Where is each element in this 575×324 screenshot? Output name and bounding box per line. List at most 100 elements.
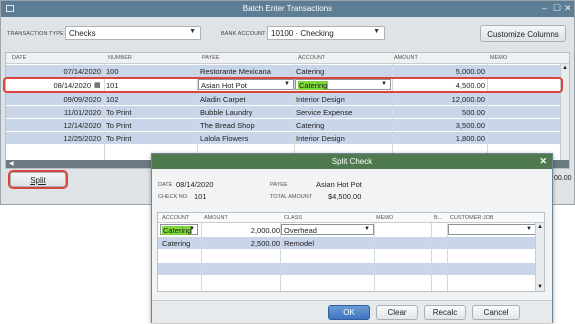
scroll-left-icon[interactable]: ◀ xyxy=(9,160,14,167)
row-amount: 1,800.00 xyxy=(455,134,485,143)
col-memo: MEMO xyxy=(376,215,394,221)
column-divider xyxy=(201,223,202,291)
col-number: NUMBER xyxy=(108,55,132,61)
row-date: 12/25/2020 xyxy=(63,134,101,143)
col-billable: B... xyxy=(434,215,443,221)
table-row[interactable]: 11/01/2020 To Print Bubble Laundry Servi… xyxy=(6,106,561,118)
col-date: DATE xyxy=(12,55,27,61)
split-row-amount: 2,500.00 xyxy=(250,239,280,248)
check-no-value: 101 xyxy=(194,192,207,201)
col-payee: PAYEE xyxy=(202,55,220,61)
maximize-button[interactable]: ☐ xyxy=(553,3,561,14)
bank-account-select[interactable]: 10100 · Checking ▼ xyxy=(267,26,385,40)
table-row[interactable]: 07/14/2020 100 Restorante Mexicana Cater… xyxy=(6,65,561,77)
split-row-account: Catering xyxy=(162,239,191,248)
row-date: 11/01/2020 xyxy=(64,108,101,117)
bank-account-label: BANK ACCOUNT xyxy=(221,31,266,37)
split-grid: ACCOUNT AMOUNT CLASS MEMO B... CUSTOMER:… xyxy=(157,212,545,292)
customer-job-combo[interactable]: ▼ xyxy=(448,224,536,235)
chevron-down-icon: ▼ xyxy=(189,28,196,35)
total-amount-value: $4,500.00 xyxy=(328,192,362,201)
col-amount: AMOUNT xyxy=(204,215,228,221)
split-button[interactable]: Split xyxy=(10,172,66,187)
window-titlebar: Batch Enter Transactions – ☐ ✕ xyxy=(1,1,574,17)
check-no-label: CHECK NO. xyxy=(158,194,189,200)
recalc-button[interactable]: Recalc xyxy=(424,305,466,320)
column-divider xyxy=(431,223,432,291)
column-divider xyxy=(374,223,375,291)
dialog-close-icon[interactable]: ✕ xyxy=(539,156,547,167)
grid-header: DATE NUMBER PAYEE ACCOUNT AMOUNT MEMO xyxy=(6,53,569,64)
chevron-down-icon: ▼ xyxy=(189,226,195,232)
row-payee: Bubble Laundry xyxy=(200,108,253,117)
bank-account-value: 10100 · Checking xyxy=(271,29,334,38)
dialog-title: Split Check xyxy=(331,157,373,166)
ok-button[interactable]: OK xyxy=(328,305,370,320)
split-account-combo[interactable]: Catering ▼ xyxy=(160,224,198,235)
total-amount: 00.00 xyxy=(554,175,572,182)
row-number: 102 xyxy=(106,95,119,104)
total-amount-label: TOTAL AMOUNT xyxy=(270,194,313,200)
close-button[interactable]: ✕ xyxy=(564,3,572,14)
row-account: Interior Design xyxy=(296,134,345,143)
split-row-amount[interactable]: 2,000.00 xyxy=(251,226,280,235)
clear-button[interactable]: Clear xyxy=(376,305,418,320)
transactions-grid: DATE NUMBER PAYEE ACCOUNT AMOUNT MEMO 07… xyxy=(5,52,570,169)
row-number: To Print xyxy=(106,108,132,117)
window-title: Batch Enter Transactions xyxy=(242,4,333,13)
split-row[interactable]: Catering 2,500.00 Remodel xyxy=(158,237,536,249)
split-check-dialog: Split Check ✕ DATE 08/14/2020 CHECK NO. … xyxy=(151,153,553,323)
row-payee: Aladin Carpet xyxy=(200,95,246,104)
table-row[interactable]: 12/25/2020 To Print Lalola Flowers Inter… xyxy=(6,132,561,144)
scroll-up-icon[interactable]: ▲ xyxy=(562,65,568,71)
row-date: 12/14/2020 xyxy=(63,121,101,130)
scroll-up-icon[interactable]: ▲ xyxy=(537,224,543,230)
row-amount: 3,500.00 xyxy=(455,121,485,130)
date-label: DATE xyxy=(158,182,173,188)
col-account: ACCOUNT xyxy=(298,55,326,61)
chevron-down-icon: ▼ xyxy=(373,28,380,35)
transaction-type-select[interactable]: Checks ▼ xyxy=(65,26,201,40)
dialog-body: DATE 08/14/2020 CHECK NO. 101 PAYEE Asia… xyxy=(152,169,552,300)
row-number: To Print xyxy=(106,134,132,143)
column-divider xyxy=(447,223,448,291)
payee-label: PAYEE xyxy=(270,182,288,188)
table-row[interactable]: 12/14/2020 To Print The Bread Shop Cater… xyxy=(6,119,561,131)
row-amount: 12,000.00 xyxy=(451,95,485,104)
dialog-footer: OK Clear Recalc Cancel xyxy=(152,300,552,323)
split-row-empty[interactable] xyxy=(158,263,536,275)
split-row-account: Catering xyxy=(162,226,193,235)
row-account: Service Expense xyxy=(296,108,353,117)
cancel-button[interactable]: Cancel xyxy=(472,305,520,320)
col-account: ACCOUNT xyxy=(162,215,190,221)
split-class-combo[interactable]: Overhead ▼ xyxy=(281,224,374,235)
row-account: Catering xyxy=(296,121,325,130)
col-class: CLASS xyxy=(284,215,303,221)
split-row-class: Overhead xyxy=(284,226,317,235)
customize-columns-button[interactable]: Customize Columns xyxy=(480,25,566,42)
col-amount: AMOUNT xyxy=(394,55,418,61)
split-row-active[interactable]: Catering ▼ 2,000.00 Overhead ▼ ▼ xyxy=(158,224,536,236)
transaction-type-label: TRANSACTION TYPE xyxy=(7,31,64,37)
col-customer-job: CUSTOMER:JOB xyxy=(450,215,494,221)
date-value: 08/14/2020 xyxy=(176,180,214,189)
toolbar: TRANSACTION TYPE Checks ▼ BANK ACCOUNT 1… xyxy=(1,17,574,49)
minimize-button[interactable]: – xyxy=(542,3,547,13)
row-number: To Print xyxy=(106,121,132,130)
payee-value: Asian Hot Pot xyxy=(316,180,362,189)
table-row[interactable]: 09/09/2020 102 Aladin Carpet Interior De… xyxy=(6,93,561,105)
split-vertical-scrollbar[interactable]: ▲ ▼ xyxy=(535,223,544,291)
transaction-type-value: Checks xyxy=(69,29,96,38)
row-payee: The Bread Shop xyxy=(200,121,255,130)
chevron-down-icon: ▼ xyxy=(526,226,532,232)
column-divider xyxy=(280,223,281,291)
row-amount: 500.00 xyxy=(462,108,485,117)
scroll-down-icon[interactable]: ▼ xyxy=(537,284,543,290)
row-payee: Restorante Mexicana xyxy=(200,67,271,76)
col-memo: MEMO xyxy=(490,55,508,61)
row-account: Catering xyxy=(296,67,325,76)
selected-row-highlight xyxy=(3,77,563,93)
split-row-class: Remodel xyxy=(284,239,315,248)
row-account: Interior Design xyxy=(296,95,345,104)
split-row-empty[interactable] xyxy=(158,250,536,262)
